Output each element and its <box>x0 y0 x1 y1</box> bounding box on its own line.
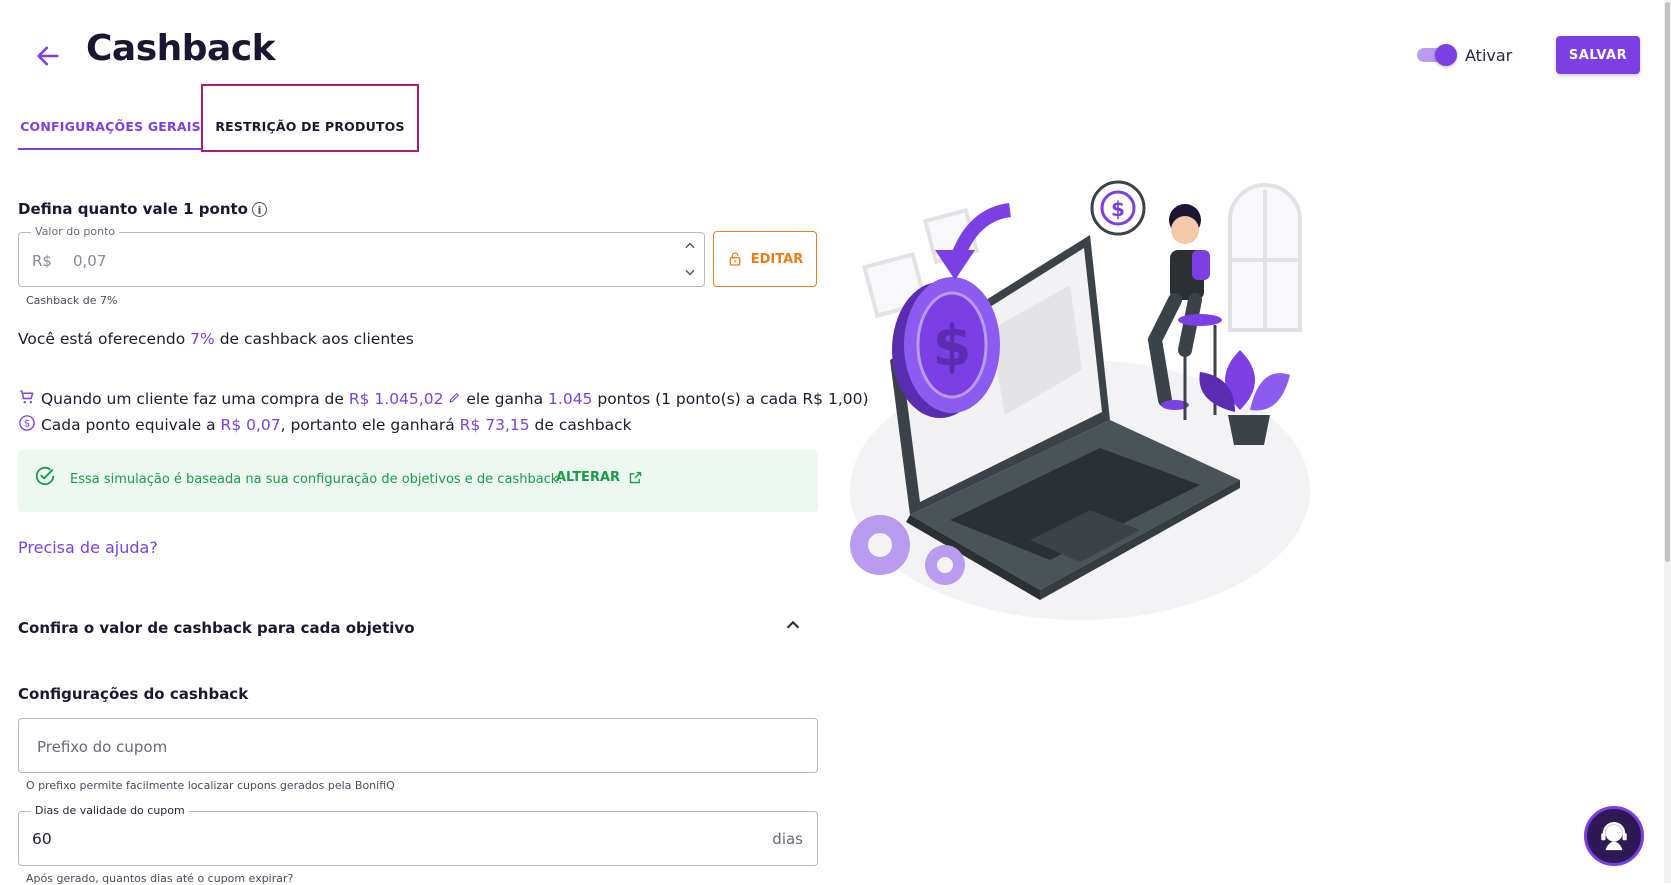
page-scrollbar[interactable] <box>1664 0 1671 883</box>
offer-text: Você está oferecendo 7% de cashback aos … <box>18 330 414 348</box>
coupon-validity-helper: Após gerado, quantos dias até o cupom ex… <box>26 872 294 885</box>
chevron-up-icon[interactable] <box>683 239 697 253</box>
support-agent-icon <box>1601 821 1627 851</box>
tab-highlight-frame <box>201 84 419 152</box>
support-chat-button[interactable] <box>1584 806 1644 866</box>
simulation-text: Essa simulação é baseada na sua configur… <box>70 472 563 487</box>
coupon-prefix-helper: O prefixo permite facilmente localizar c… <box>26 779 395 792</box>
collapse-chevron-icon[interactable] <box>782 614 804 636</box>
point-line: $ Cada ponto equivale a R$ 0,07, portant… <box>18 414 632 434</box>
point-section-title: Defina quanto vale 1 ponto i <box>18 200 267 218</box>
save-button[interactable]: SALVAR <box>1556 36 1640 74</box>
svg-text:$: $ <box>1111 197 1125 221</box>
point-value-legend: Valor do ponto <box>31 225 120 238</box>
validity-unit: dias <box>772 830 803 848</box>
dollar-circle-icon: $ <box>19 415 35 431</box>
purchase-line: Quando um cliente faz uma compra de R$ 1… <box>18 388 869 408</box>
objectives-title: Confira o valor de cashback para cada ob… <box>18 619 415 637</box>
simulation-notice: Essa simulação é baseada na sua configur… <box>18 450 818 512</box>
pencil-icon[interactable] <box>448 391 461 404</box>
svg-text:$: $ <box>24 418 30 429</box>
coupon-validity-field[interactable]: Dias de validade do cupom 60 dias <box>18 804 818 866</box>
chevron-down-icon[interactable] <box>683 265 697 279</box>
back-button[interactable] <box>30 38 66 74</box>
tab-general-settings[interactable]: CONFIGURAÇÕES GERAIS <box>18 104 203 150</box>
edit-label: EDITAR <box>750 251 804 267</box>
coupon-prefix-placeholder: Prefixo do cupom <box>37 738 168 756</box>
purchase-amount[interactable]: R$ 1.045,02 <box>349 390 444 408</box>
coupon-validity-input[interactable]: 60 <box>32 830 52 848</box>
coupon-prefix-field[interactable]: Prefixo do cupom <box>18 718 818 773</box>
info-icon[interactable]: i <box>251 202 267 217</box>
coupon-validity-legend: Dias de validade do cupom <box>31 804 189 817</box>
cashback-illustration: $ $ <box>850 180 1310 620</box>
toggle-label: Ativar <box>1465 46 1513 65</box>
edit-button[interactable]: EDITAR <box>713 231 817 287</box>
page-title: Cashback <box>86 28 276 69</box>
external-link-icon <box>629 471 642 484</box>
back-arrow-icon <box>37 46 59 66</box>
cart-icon <box>20 390 34 404</box>
help-link[interactable]: Precisa de ajuda? <box>18 538 158 557</box>
svg-text:$: $ <box>933 314 972 379</box>
currency-prefix: R$ <box>32 252 52 270</box>
cashback-config-title: Configurações do cashback <box>18 685 249 703</box>
activate-toggle[interactable] <box>1417 44 1457 66</box>
point-value-field[interactable]: Valor do ponto R$ 0,07 <box>18 225 705 287</box>
lock-icon <box>729 252 741 266</box>
point-helper: Cashback de 7% <box>26 294 118 307</box>
check-circle-icon <box>35 466 55 486</box>
alter-link[interactable]: ALTERAR <box>556 470 643 485</box>
point-value-input[interactable]: 0,07 <box>73 252 106 270</box>
